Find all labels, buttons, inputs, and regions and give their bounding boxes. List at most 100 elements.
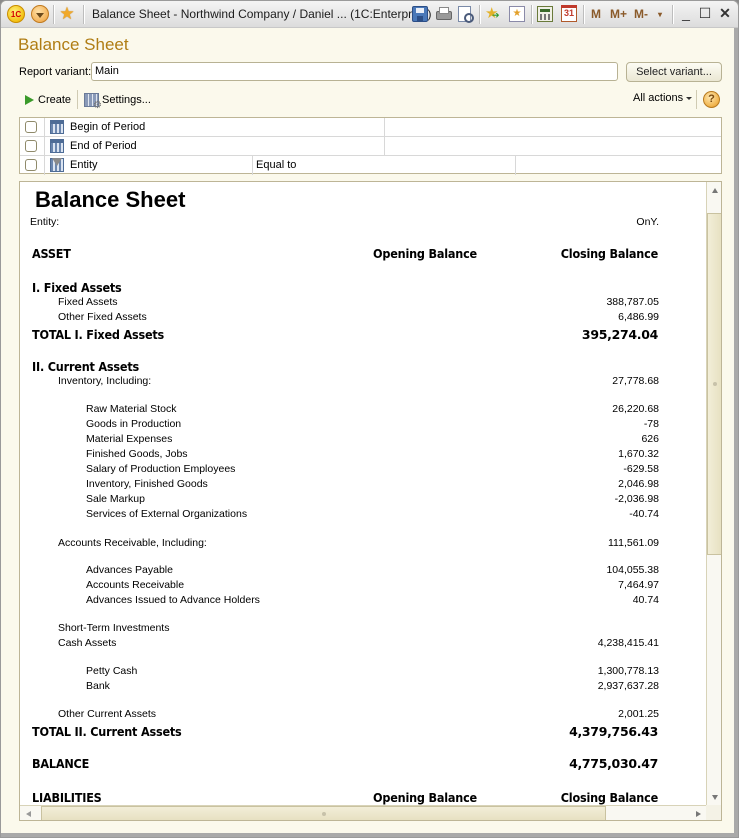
settings-row-entity[interactable]: Entity Equal to [20,156,721,175]
settings-row-begin-of-period[interactable]: Begin of Period [20,118,721,137]
favorites-star-icon[interactable]: ★ [58,5,76,23]
calendar-icon[interactable]: 31 [561,5,577,22]
settings-label: Settings... [102,93,151,106]
scroll-right-button[interactable] [690,806,706,820]
1c-logo-icon[interactable]: 1C [7,5,25,23]
help-button[interactable]: ? [703,91,720,108]
memory-dropdown-icon[interactable]: ▾ [658,10,662,19]
report-settings-table: Begin of Period End of Period Entity Equ… [19,117,722,175]
line-value: 626 [641,433,659,445]
print-icon[interactable] [435,6,452,22]
line-label: Short-Term Investments [58,622,170,634]
line-value: 104,055.38 [606,564,659,576]
calculator-icon[interactable] [537,6,553,22]
report-variant-field[interactable]: Main [91,62,618,81]
setting-checkbox[interactable] [25,159,37,171]
vertical-scroll-thumb[interactable] [707,213,721,555]
settings-row-end-of-period[interactable]: End of Period [20,137,721,156]
line-value: 2,046.98 [618,478,659,490]
favorites-icon[interactable]: ★ [509,6,525,22]
settings-button[interactable]: Settings... [84,91,151,111]
app-window: 1C ★ Balance Sheet - Northwind Company /… [0,0,739,838]
line-label: Other Fixed Assets [58,311,147,323]
line-value: 1,300,778.13 [597,665,659,677]
line-label: Inventory, Finished Goods [86,478,208,490]
line-value: 1,670.32 [618,448,659,460]
setting-value-field[interactable] [516,156,721,174]
memory-plus-button[interactable]: M+ [610,7,627,21]
setting-checkbox[interactable] [25,140,37,152]
line-label: Material Expenses [86,433,173,445]
line-value: 6,486.99 [618,311,659,323]
divider [696,90,697,109]
setting-condition[interactable]: Equal to [256,159,296,171]
line-label: Inventory, Including: [58,375,152,387]
line-value: 111,561.09 [608,537,659,549]
arrow-up-icon [711,187,718,193]
line-value: 40.74 [632,594,659,606]
line-label: Raw Material Stock [86,403,177,415]
line-value: 26,220.68 [612,403,659,415]
setting-value-field[interactable] [385,118,721,136]
line-label: Accounts Receivable, Including: [58,537,207,549]
divider [44,156,45,175]
line-label: Goods in Production [86,418,182,430]
units-label: OnY. [636,216,659,228]
line-value: -629.58 [623,463,659,475]
star-glyph: ★ [59,4,75,23]
create-label: Create [38,94,72,106]
line-label: Finished Goods, Jobs [86,448,188,460]
scroll-up-button[interactable] [707,182,721,198]
section-title: II. Current Assets [32,359,140,374]
line-value: -40.74 [629,508,659,520]
divider [531,5,532,24]
main-menu-button[interactable] [31,5,49,23]
closing-balance-header: Closing Balance [560,790,658,805]
divider [252,156,253,175]
add-to-favorites-icon[interactable]: ★ [485,6,501,22]
divider [77,90,78,109]
memory-minus-button[interactable]: M- [634,7,648,21]
vertical-scrollbar[interactable] [706,182,721,805]
line-label: Other Current Assets [58,708,157,720]
scroll-left-button[interactable] [20,806,36,820]
print-preview-icon[interactable] [457,6,474,23]
line-label: Accounts Receivable [86,579,185,591]
maximize-button[interactable]: ☐ [697,5,713,22]
total-value: 4,379,756.43 [569,724,658,739]
line-label: Salary of Production Employees [86,463,236,475]
setting-value-field[interactable] [385,137,721,155]
asset-header: ASSET [32,246,71,261]
all-actions-menu[interactable]: All actions [633,92,693,104]
setting-label: End of Period [70,140,137,152]
play-icon [25,95,34,105]
arrow-right-icon [695,810,701,817]
settings-icon [84,92,102,111]
scrollbar-corner [706,805,721,820]
logo-text: 1C [10,9,22,19]
create-button[interactable]: Create [25,92,71,108]
balance-value: 4,775,030.47 [569,756,658,771]
window-title: Balance Sheet - Northwind Company / Dani… [92,7,432,21]
line-value: 388,787.05 [606,296,659,308]
report-spreadsheet: Balance Sheet Entity: OnY. ASSET Opening… [19,181,722,821]
horizontal-scrollbar[interactable] [20,805,706,820]
select-variant-button[interactable]: Select variant... [626,62,722,82]
setting-checkbox[interactable] [25,121,37,133]
line-label: Services of External Organizations [86,508,248,520]
divider [83,5,84,24]
save-icon[interactable] [412,6,428,22]
filter-icon [50,158,64,172]
line-value: 2,001.25 [618,708,659,720]
minimize-button[interactable]: _ [678,5,694,21]
period-icon [50,120,64,134]
line-value: -2,036.98 [614,493,659,505]
horizontal-scroll-thumb[interactable] [41,806,606,820]
report-title: Balance Sheet [35,187,186,212]
divider [44,137,45,156]
scroll-down-button[interactable] [707,789,721,805]
close-button[interactable]: ✕ [717,5,733,22]
memory-m-button[interactable]: M [591,7,601,21]
divider [479,5,480,24]
calendar-day: 31 [563,8,574,18]
